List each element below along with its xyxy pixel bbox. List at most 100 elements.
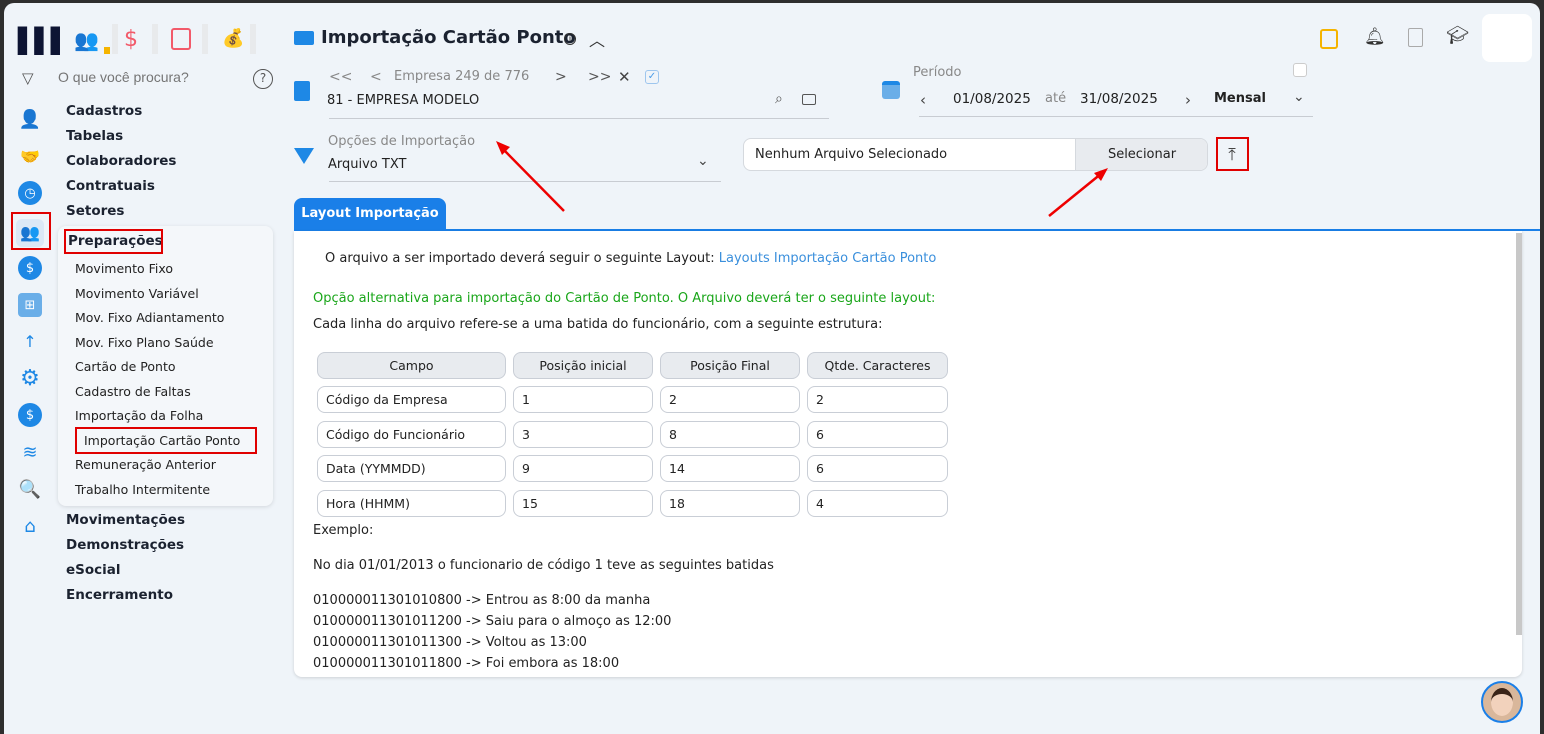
periodo-to[interactable]: 31/08/2025 <box>1080 91 1158 107</box>
file-name: Nenhum Arquivo Selecionado <box>755 147 948 162</box>
menu-demonstracoes[interactable]: Demonstrações <box>66 537 184 553</box>
percent-arrow-icon[interactable]: ↑ <box>18 329 42 353</box>
divider <box>152 24 158 54</box>
gear-icon[interactable]: ⚙ <box>18 366 42 391</box>
submenu-item[interactable]: Mov. Fixo Adiantamento <box>75 310 224 325</box>
submenu-item[interactable]: Movimento Fixo <box>75 261 173 276</box>
scrollbar[interactable] <box>1516 233 1522 635</box>
page-title: Importação Cartão Ponto <box>321 27 576 48</box>
structure-desc: Cada linha do arquivo refere-se a uma ba… <box>313 317 883 332</box>
graduation-cap-icon[interactable]: 🎓︎ <box>1446 25 1469 46</box>
periodo-mode-select[interactable]: Mensal <box>1214 91 1266 106</box>
intro-text: O arquivo a ser importado deverá seguir … <box>325 251 937 266</box>
content-panel: O arquivo a ser importado deverá seguir … <box>294 231 1522 677</box>
search-icon[interactable]: 🔍 <box>18 477 42 501</box>
menu-cadastros[interactable]: Cadastros <box>66 103 142 119</box>
table-header: Campo <box>317 352 506 379</box>
periodo-prev-button[interactable]: ‹ <box>920 91 926 109</box>
handshake-icon[interactable]: 🤝 <box>18 144 42 168</box>
prev-button[interactable]: < <box>370 69 382 85</box>
next-button[interactable]: > <box>555 69 567 85</box>
menu-colaboradores[interactable]: Colaboradores <box>66 153 176 169</box>
empresa-checkbox[interactable]: ✓ <box>645 70 659 84</box>
table-header: Qtde. Caracteres <box>807 352 948 379</box>
mail-icon[interactable] <box>802 94 816 105</box>
money-bag-module-icon[interactable]: 💰 <box>222 28 244 49</box>
periodo-checkbox[interactable] <box>1293 63 1307 77</box>
user-settings-icon[interactable]: 👤 <box>18 107 42 131</box>
periodo-label: Período <box>913 65 962 80</box>
table-cell: Código do Funcionário <box>317 420 506 448</box>
table-cell: Hora (HHMM) <box>317 489 506 517</box>
annotation-arrow <box>1048 168 1108 217</box>
file-input[interactable]: Nenhum Arquivo Selecionado Selecionar <box>743 138 1208 171</box>
tab-layout-importacao[interactable]: Layout Importação <box>294 198 446 230</box>
table-cell: 2 <box>660 386 800 413</box>
search-input[interactable] <box>58 69 248 85</box>
table-cell: 4 <box>807 489 948 517</box>
chevron-down-icon[interactable]: ⌄ <box>697 153 709 169</box>
highlight-box <box>75 427 257 454</box>
menu-tabelas[interactable]: Tabelas <box>66 128 123 144</box>
periodo-next-button[interactable]: › <box>1185 91 1191 109</box>
people-module-icon[interactable]: 👥 <box>74 28 99 52</box>
table-cell: Data (YYMMDD) <box>317 455 506 482</box>
periodo-from[interactable]: 01/08/2025 <box>953 91 1031 107</box>
submenu-item[interactable]: Mov. Fixo Plano Saúde <box>75 335 214 350</box>
divider <box>250 24 256 54</box>
divider <box>329 118 829 119</box>
table-cell: 3 <box>513 420 653 448</box>
first-button[interactable]: << <box>329 69 352 85</box>
menu-movimentacoes[interactable]: Movimentações <box>66 512 185 528</box>
filter-icon[interactable]: ▽ <box>22 69 34 87</box>
dollar-module-icon[interactable]: $ <box>124 27 138 52</box>
funnel-icon <box>294 148 314 164</box>
help-icon[interactable]: ? <box>253 69 273 89</box>
table-cell: 9 <box>513 455 653 482</box>
calculator-icon[interactable]: ⊞ <box>18 293 42 317</box>
empresa-value[interactable]: 81 - EMPRESA MODELO <box>327 93 479 108</box>
opcoes-select[interactable]: Arquivo TXT <box>328 157 406 172</box>
building-icon <box>294 81 310 101</box>
menu-setores[interactable]: Setores <box>66 203 124 219</box>
money-bag-icon[interactable]: $ <box>18 403 42 427</box>
bell-icon[interactable]: 🔔︎ <box>1364 27 1386 47</box>
last-button[interactable]: >> <box>588 69 611 85</box>
notes-icon[interactable] <box>1320 29 1338 49</box>
table-cell: 18 <box>660 489 800 517</box>
table-header: Posição inicial <box>513 352 653 379</box>
table-cell: 2 <box>807 386 948 413</box>
user-avatar-box[interactable] <box>1482 14 1532 62</box>
document-search-icon[interactable] <box>1408 28 1423 47</box>
submenu-item[interactable]: Movimento Variável <box>75 286 199 301</box>
empresa-counter: Empresa 249 de 776 <box>394 69 530 84</box>
submenu-item[interactable]: Remuneração Anterior <box>75 457 216 472</box>
search-empresa-icon[interactable]: ⌕ <box>775 91 783 107</box>
clock-icon[interactable]: ◷ <box>18 181 42 205</box>
example-line: 010000011301011200 -> Saiu para o almoço… <box>313 614 672 629</box>
monitor-icon <box>294 31 314 45</box>
exemplo-label: Exemplo: <box>313 523 374 538</box>
info-icon[interactable]: i <box>564 33 576 45</box>
layers-icon[interactable]: ≋ <box>18 440 42 464</box>
exemplo-desc: No dia 01/01/2013 o funcionario de códig… <box>313 558 774 573</box>
submenu-item[interactable]: Importação da Folha <box>75 408 203 423</box>
dollar-icon[interactable]: $ <box>18 256 42 280</box>
chevron-down-icon[interactable]: ⌄ <box>1293 89 1305 105</box>
app-window: ▌▌▌ 👥 $ 💰 ▽ ? 👤 🤝 ◷ 👥 $ ⊞ ↑ ⚙ $ ≋ 🔍 ⌂ Ca… <box>4 3 1540 734</box>
menu-encerramento[interactable]: Encerramento <box>66 587 173 603</box>
table-cell: 14 <box>660 455 800 482</box>
calculator-module-icon[interactable] <box>171 28 191 50</box>
collapse-chevron-icon[interactable]: ︿ <box>589 27 605 51</box>
example-line: 010000011301011800 -> Foi embora as 18:0… <box>313 656 620 671</box>
submenu-item[interactable]: Trabalho Intermitente <box>75 482 210 497</box>
submenu-item[interactable]: Cartão de Ponto <box>75 359 176 374</box>
table-cell: 6 <box>807 420 948 448</box>
home-icon[interactable]: ⌂ <box>18 514 42 538</box>
clear-icon[interactable]: ✕ <box>618 68 631 86</box>
layout-link[interactable]: Layouts Importação Cartão Ponto <box>719 251 937 266</box>
menu-contratuais[interactable]: Contratuais <box>66 178 155 194</box>
assistant-avatar[interactable] <box>1481 681 1523 723</box>
submenu-item[interactable]: Cadastro de Faltas <box>75 384 191 399</box>
menu-esocial[interactable]: eSocial <box>66 562 121 578</box>
